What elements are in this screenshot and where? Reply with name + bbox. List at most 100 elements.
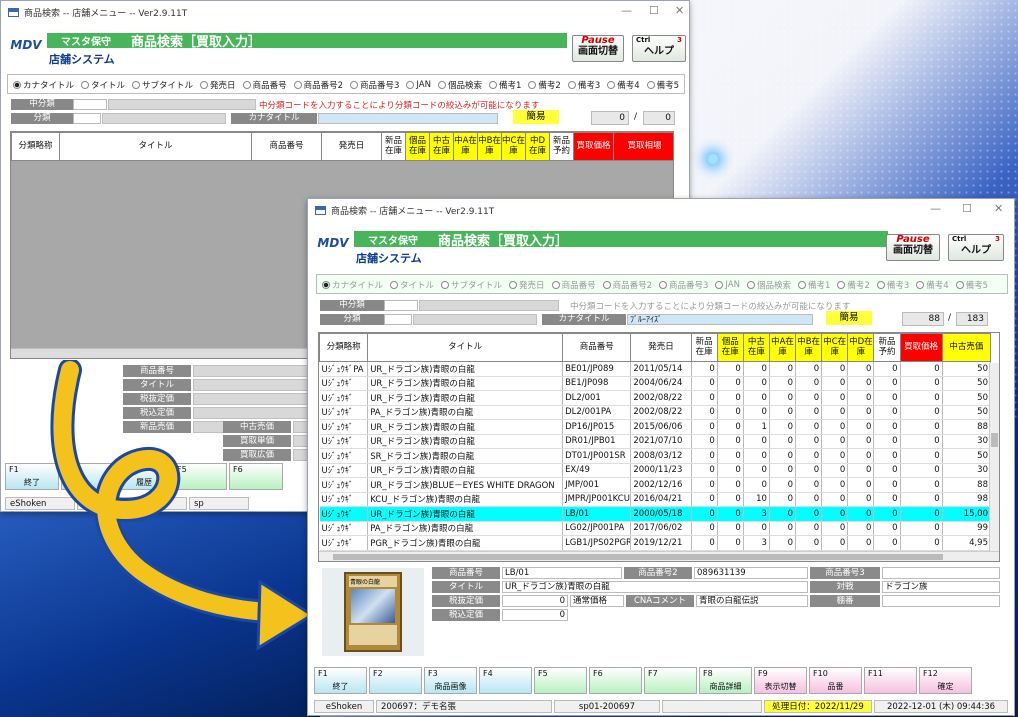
column-header[interactable]: 中古在庫	[742, 333, 770, 362]
radio-option[interactable]: サブタイトル	[441, 279, 502, 291]
category-input[interactable]	[384, 314, 412, 325]
vertical-scrollbar[interactable]	[989, 363, 999, 551]
minimize-icon[interactable]: —	[621, 4, 632, 17]
radio-option[interactable]: 個品検索	[746, 279, 791, 291]
radio-option[interactable]: 備考3	[876, 279, 909, 291]
table-row[interactable]: Uｼﾞｭｳｷﾞ UR_ドラゴン族)青眼の白龍 DL2/001 2002/08/22 0 0…	[319, 390, 992, 406]
column-header[interactable]: 商品番号	[562, 333, 632, 362]
function-key-button[interactable]: F10 品番	[809, 667, 862, 694]
radio-option[interactable]: カナタイトル	[13, 79, 74, 91]
minimize-icon[interactable]: —	[930, 202, 941, 215]
front-result-grid[interactable]: 分類略称 タイトル 商品番号 発売日 新品在庫 個品在庫 中古在庫 中A在庫 中B在庫 中C在庫中…	[318, 332, 1000, 562]
table-row[interactable]: Uｼﾞｭｳｷﾞ UR_ドラゴン族)青眼の白龍 DP16/JP015 2015/06/0…	[319, 419, 992, 435]
column-header[interactable]: 発売日	[630, 333, 692, 362]
radio-option[interactable]: カナタイトル	[322, 279, 383, 291]
maximize-icon[interactable]: ☐	[649, 4, 659, 17]
radio-option[interactable]: 備考4	[916, 279, 949, 291]
function-key-button[interactable]: F7	[644, 667, 697, 694]
table-row[interactable]: Uｼﾞｭｳｷﾞ UR_ドラゴン族)青眼の白龍 LB/01 2000/05/18 0 0 3 0…	[319, 506, 992, 522]
kana-title-input[interactable]	[318, 113, 498, 124]
column-header[interactable]: 中古在庫	[429, 132, 454, 161]
column-header[interactable]: 買取相場	[613, 132, 673, 161]
radio-option[interactable]: 備考4	[607, 79, 640, 91]
column-header[interactable]: 中古売価	[941, 333, 992, 362]
mid-category-input[interactable]	[384, 300, 418, 311]
radio-option[interactable]: サブタイトル	[132, 79, 193, 91]
column-header[interactable]: 中B在庫	[477, 132, 502, 161]
help-button[interactable]: Ctrl 3 ヘルプ	[632, 35, 686, 62]
radio-option[interactable]: 発売日	[200, 79, 236, 91]
table-row[interactable]: Uｼﾞｭｳｷﾞ UR_ドラゴン族)青眼の白龍 BE1/JP098 2004/06/24…	[319, 376, 992, 391]
column-header[interactable]: 分類略称	[11, 132, 60, 161]
maximize-icon[interactable]: ☐	[962, 202, 972, 215]
column-header[interactable]: 買取価格	[899, 333, 943, 362]
radio-option[interactable]: 商品番号	[242, 79, 287, 91]
radio-option[interactable]: 備考5	[955, 279, 988, 291]
function-key-button[interactable]: F5	[534, 667, 587, 694]
radio-option[interactable]: タイトル	[81, 79, 125, 91]
column-header[interactable]: 中B在庫	[795, 333, 823, 362]
horizontal-scrollbar[interactable]	[319, 551, 999, 561]
mid-category-input[interactable]	[73, 99, 107, 110]
help-button[interactable]: Ctrl 3 ヘルプ	[948, 234, 1004, 261]
column-header[interactable]: 商品番号	[251, 132, 322, 161]
radio-option[interactable]: タイトル	[390, 279, 434, 291]
function-key-button[interactable]: F1 終了	[314, 667, 367, 694]
radio-option[interactable]: 備考2	[528, 79, 561, 91]
radio-option[interactable]: 備考1	[797, 279, 830, 291]
column-header[interactable]: 中A在庫	[768, 333, 797, 362]
radio-option[interactable]: 備考5	[646, 79, 679, 91]
column-header[interactable]: 中D在庫	[525, 132, 550, 161]
table-row[interactable]: Uｼﾞｭｳｷﾞ PA_ドラゴン族)青眼の白龍 DL2/001PA 2002/08/22…	[319, 405, 992, 420]
column-header[interactable]: 新品在庫	[381, 132, 406, 161]
radio-option[interactable]: 備考2	[837, 279, 870, 291]
column-header[interactable]: 新品予約	[873, 333, 901, 362]
function-key-button[interactable]: F6	[589, 667, 642, 694]
radio-option[interactable]: 個品検索	[437, 79, 482, 91]
pause-button[interactable]: Pause 画面切替	[886, 234, 940, 261]
category-input[interactable]	[73, 113, 101, 124]
radio-option[interactable]: 商品番号3	[350, 79, 399, 91]
column-header[interactable]: 中C在庫	[501, 132, 526, 161]
table-row[interactable]: Uｼﾞｭｳｷﾞ PGR_ドラゴン族)青眼の白龍 LGB1/JPS02PGR 2019/…	[319, 535, 992, 551]
column-header[interactable]: 個品在庫	[716, 333, 744, 362]
table-row[interactable]: Uｼﾞｭｳｷﾞ KCU_ドラゴン族)青眼の白龍 JMPR/JP001KCU 2016/…	[319, 492, 992, 507]
table-row[interactable]: Uｼﾞｭｳｷﾞ PA_ドラゴン族)青眼の白龍 LG02/JP001PA 2017/06…	[319, 521, 992, 536]
column-header[interactable]: 個品在庫	[405, 132, 430, 161]
column-header[interactable]: タイトル	[367, 333, 564, 362]
kana-title-input[interactable]: ﾌﾞﾙｰｱｲｽﾞ	[627, 314, 813, 325]
function-key-button[interactable]: F4	[479, 667, 532, 694]
table-row[interactable]: Uｼﾞｭｳｷﾞ UR_ドラゴン族)BLUE－EYES WHITE DRAGON JM…	[319, 477, 992, 493]
radio-option[interactable]: 発売日	[509, 279, 545, 291]
table-row[interactable]: UｼﾞｭｳｷﾞPA UR_ドラゴン族)青眼の白龍 BE01/JP089 2011/05…	[319, 361, 992, 377]
table-row[interactable]: Uｼﾞｭｳｷﾞ UR_ドラゴン族)青眼の白龍 EX/49 2000/11/23 0 0 0 0…	[319, 463, 992, 478]
radio-option[interactable]: JAN	[406, 80, 431, 90]
column-header[interactable]: 新品予約	[549, 132, 574, 161]
column-header[interactable]: 発売日	[321, 132, 382, 161]
function-key-button[interactable]: F3 商品画像	[424, 667, 477, 694]
radio-option[interactable]: 商品番号2	[293, 79, 343, 91]
close-icon[interactable]: ✕	[994, 202, 1003, 215]
radio-option[interactable]: 備考3	[567, 79, 600, 91]
radio-option[interactable]: 商品番号3	[659, 279, 708, 291]
function-key-button[interactable]: F2	[369, 667, 422, 694]
column-header[interactable]: 中D在庫	[847, 333, 875, 362]
column-header[interactable]: 中C在庫	[821, 333, 849, 362]
column-header[interactable]: 買取価格	[573, 132, 614, 161]
pause-button[interactable]: Pause 画面切替	[572, 35, 624, 62]
column-header[interactable]: 分類略称	[319, 333, 369, 362]
function-key-button[interactable]: F12 確定	[919, 667, 972, 694]
column-header[interactable]: タイトル	[59, 132, 252, 161]
radio-option[interactable]: 商品番号	[551, 279, 596, 291]
radio-option[interactable]: JAN	[715, 280, 740, 290]
radio-option[interactable]: 備考1	[488, 79, 521, 91]
radio-option[interactable]: 商品番号2	[602, 279, 652, 291]
table-row[interactable]: Uｼﾞｭｳｷﾞ UR_ドラゴン族)青眼の白龍 DR01/JPB01 2021/07/1…	[319, 434, 992, 449]
table-row[interactable]: Uｼﾞｭｳｷﾞ SR_ドラゴン族)青眼の白龍 DT01/JP001SR 2008/03…	[319, 448, 992, 464]
function-key-button[interactable]: F8 商品詳細	[699, 667, 752, 694]
function-key-button[interactable]: F11	[864, 667, 917, 694]
close-icon[interactable]: ✕	[675, 4, 684, 17]
function-key-button[interactable]: F9 表示切替	[754, 667, 807, 694]
column-header[interactable]: 新品在庫	[690, 333, 718, 362]
column-header[interactable]: 中A在庫	[453, 132, 478, 161]
